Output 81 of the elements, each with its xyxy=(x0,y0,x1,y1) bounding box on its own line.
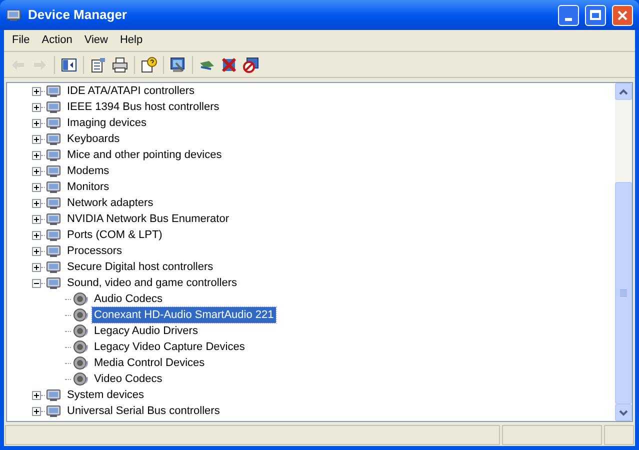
expand-icon[interactable] xyxy=(32,86,41,96)
scan-icon[interactable] xyxy=(170,56,186,72)
tree-item[interactable]: Imaging devices xyxy=(65,114,148,132)
device-icon xyxy=(46,163,62,179)
tree-item[interactable]: Ports (COM & LPT) xyxy=(65,226,164,244)
properties-icon[interactable] xyxy=(90,56,106,72)
close-icon xyxy=(617,10,628,20)
expand-icon[interactable] xyxy=(32,406,41,416)
device-icon xyxy=(46,179,62,195)
device-icon xyxy=(46,195,62,211)
device-icon xyxy=(46,115,62,131)
expand-icon[interactable] xyxy=(32,262,41,272)
device-icon xyxy=(46,99,62,115)
tree-item[interactable]: Video Codecs xyxy=(92,370,164,388)
device-icon xyxy=(46,243,62,259)
expand-icon[interactable] xyxy=(32,230,41,240)
down-caret-icon xyxy=(619,410,628,416)
tree-item[interactable]: Media Control Devices xyxy=(92,354,207,372)
window-title: Device Manager xyxy=(28,6,128,24)
expand-icon[interactable] xyxy=(32,182,41,192)
menu-item[interactable]: View xyxy=(78,32,114,49)
tree-item[interactable]: IDE ATA/ATAPI controllers xyxy=(65,82,197,100)
collapse-icon[interactable] xyxy=(32,278,41,288)
scroll-up-button[interactable] xyxy=(615,83,632,100)
uninstall-icon[interactable] xyxy=(221,56,237,72)
tree-item[interactable]: Mice and other pointing devices xyxy=(65,146,224,164)
device-icon xyxy=(46,131,62,147)
speaker-icon xyxy=(73,291,89,307)
grip-icon xyxy=(620,289,627,297)
tree-item[interactable]: IEEE 1394 Bus host controllers xyxy=(65,98,222,116)
speaker-icon xyxy=(73,339,89,355)
tree-item[interactable]: Legacy Video Capture Devices xyxy=(92,338,247,356)
help-icon[interactable] xyxy=(141,56,157,72)
speaker-icon xyxy=(73,323,89,339)
device-icon xyxy=(46,211,62,227)
speaker-icon xyxy=(73,355,89,371)
tree-item[interactable]: System devices xyxy=(65,386,146,404)
scroll-thumb[interactable] xyxy=(615,182,632,404)
expand-icon[interactable] xyxy=(32,102,41,112)
expand-icon[interactable] xyxy=(32,134,41,144)
speaker-icon xyxy=(73,371,89,387)
up-caret-icon xyxy=(619,88,628,94)
scrollbar[interactable] xyxy=(615,83,632,421)
device-icon xyxy=(46,387,62,403)
maximize-button[interactable] xyxy=(585,4,606,26)
menu-item[interactable]: Help xyxy=(114,32,149,49)
expand-icon[interactable] xyxy=(32,118,41,128)
close-button[interactable] xyxy=(612,4,633,26)
menu-item[interactable]: Action xyxy=(36,32,78,49)
printer-icon[interactable] xyxy=(112,56,128,72)
expand-icon[interactable] xyxy=(32,246,41,256)
minimize-button[interactable] xyxy=(558,4,579,26)
disable-icon[interactable] xyxy=(243,56,259,72)
device-icon xyxy=(46,227,62,243)
tree-item[interactable]: Conexant HD-Audio SmartAudio 221 xyxy=(92,306,276,324)
device-icon xyxy=(6,7,22,23)
tree-item[interactable]: NVIDIA Network Bus Enumerator xyxy=(65,210,232,228)
device-icon xyxy=(46,259,62,275)
tree-item[interactable]: Secure Digital host controllers xyxy=(65,258,216,276)
tree-item[interactable]: Universal Serial Bus controllers xyxy=(65,402,222,420)
expand-icon[interactable] xyxy=(32,166,41,176)
device-icon xyxy=(46,403,62,419)
menu-item[interactable]: File xyxy=(6,32,36,49)
expand-icon[interactable] xyxy=(32,214,41,224)
tree-item[interactable]: Keyboards xyxy=(65,130,122,148)
expand-icon[interactable] xyxy=(32,198,41,208)
expand-icon[interactable] xyxy=(32,390,41,400)
tree-item[interactable]: Sound, video and game controllers xyxy=(65,274,239,292)
tree-item[interactable]: Monitors xyxy=(65,178,112,196)
tree-item[interactable]: Audio Codecs xyxy=(92,290,164,308)
tree-item[interactable]: Legacy Audio Drivers xyxy=(92,322,200,340)
device-icon xyxy=(46,83,62,99)
panel-icon[interactable] xyxy=(61,56,77,72)
tree-item[interactable]: Processors xyxy=(65,242,124,260)
device-icon xyxy=(46,275,62,291)
scroll-down-button[interactable] xyxy=(615,404,632,421)
device-icon xyxy=(46,147,62,163)
tree-item[interactable]: Network adapters xyxy=(65,194,156,212)
expand-icon[interactable] xyxy=(32,150,41,160)
tree-item[interactable]: Modems xyxy=(65,162,112,180)
speaker-icon xyxy=(73,307,89,323)
